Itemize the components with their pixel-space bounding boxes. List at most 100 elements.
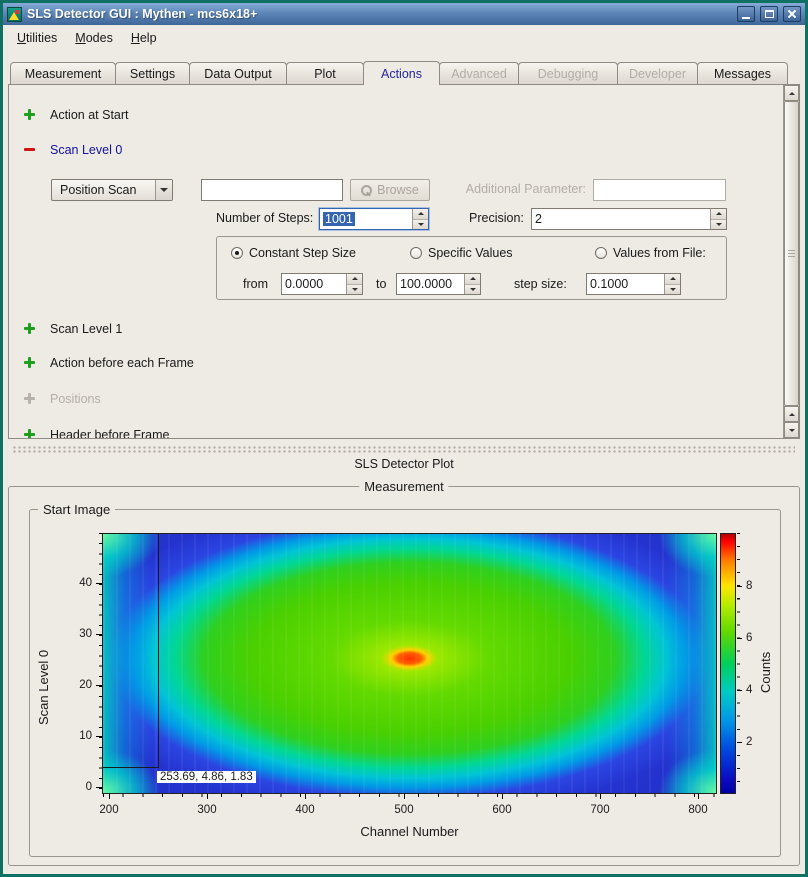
scan-script-input[interactable]: [201, 179, 343, 201]
step-spin-down-button[interactable]: [665, 285, 680, 295]
step-size-spinbox: 0.1000: [586, 273, 681, 295]
x-tick: [502, 794, 503, 799]
tab-actions[interactable]: Actions: [363, 61, 440, 85]
precision-spin-up-button[interactable]: [711, 209, 726, 220]
precision-spin-down-button[interactable]: [711, 220, 726, 230]
colorbar-tick-label: 4: [746, 683, 752, 697]
expand-plus-icon: [23, 322, 36, 335]
expand-plus-icon: [23, 356, 36, 369]
menu-utilities[interactable]: Utilities: [8, 27, 66, 49]
to-value[interactable]: 100.0000: [397, 274, 464, 294]
minimize-button[interactable]: [737, 6, 755, 22]
y-tick-label: 10: [66, 729, 92, 743]
precision-spinbox: 2: [531, 208, 727, 230]
arrow-up-icon: [789, 413, 795, 416]
collapse-minus-icon: [23, 143, 36, 156]
spin-up-icon: [716, 212, 722, 215]
colorbar-minor-ticks: [737, 533, 740, 794]
x-tick-label: 600: [482, 803, 522, 817]
radio-selected-icon: [231, 247, 243, 259]
radio-values-from-file[interactable]: Values from File:: [595, 246, 706, 260]
number-of-steps-label: Number of Steps:: [216, 211, 313, 225]
tab-data-output[interactable]: Data Output: [189, 62, 287, 84]
scan-level-0-toggle[interactable]: Scan Level 0: [23, 142, 122, 157]
maximize-button[interactable]: [760, 6, 778, 22]
x-tick-label: 200: [89, 803, 129, 817]
arrow-down-icon: [789, 429, 795, 432]
titlebar: SLS Detector GUI : Mythen - mcs6x18+: [3, 3, 805, 25]
tab-developer: Developer: [617, 62, 698, 84]
cursor-readout: 253.69, 4.86, 1.83: [157, 771, 256, 783]
close-button[interactable]: [783, 6, 801, 22]
tab-plot[interactable]: Plot: [286, 62, 364, 84]
scan-mode-value: Position Scan: [52, 183, 155, 197]
from-spin-up-button[interactable]: [347, 274, 362, 285]
browse-button-label: Browse: [377, 183, 419, 197]
spin-up-icon: [418, 212, 424, 215]
app-icon: [7, 7, 22, 22]
spin-down-icon: [418, 223, 424, 226]
tab-debugging: Debugging: [518, 62, 618, 84]
step-size-value[interactable]: 0.1000: [587, 274, 664, 294]
action-before-frame-toggle[interactable]: Action before each Frame: [23, 355, 194, 370]
splitter-handle[interactable]: [13, 446, 795, 454]
radio-from-file-label: Values from File:: [613, 246, 706, 260]
radio-specific-values[interactable]: Specific Values: [410, 246, 513, 260]
x-tick: [207, 794, 208, 799]
x-tick: [600, 794, 601, 799]
tab-advanced: Advanced: [439, 62, 519, 84]
expand-plus-disabled-icon: [23, 392, 36, 405]
x-tick-label: 400: [285, 803, 325, 817]
spin-down-icon: [716, 223, 722, 226]
scan-level-1-label: Scan Level 1: [50, 322, 122, 336]
menu-help[interactable]: Help: [122, 27, 166, 49]
start-image-groupbox: Start Image 253.69, 4.86, 1.83 0 10 20 3…: [29, 509, 781, 857]
scroll-down-button[interactable]: [784, 422, 799, 438]
vertical-scrollbar[interactable]: [783, 85, 799, 438]
steps-spin-down-button[interactable]: [413, 220, 428, 230]
menu-modes[interactable]: Modes: [66, 27, 122, 49]
browse-button: Browse: [350, 179, 430, 201]
scroll-up-button[interactable]: [784, 85, 799, 101]
step-size-label: step size:: [514, 277, 567, 291]
to-spin-down-button[interactable]: [465, 285, 480, 295]
step-mode-groupbox: Constant Step Size Specific Values Value…: [216, 236, 727, 300]
start-image-title: Start Image: [38, 502, 115, 517]
from-value[interactable]: 0.0000: [282, 274, 346, 294]
x-tick-label: 500: [384, 803, 424, 817]
minimize-icon: [742, 17, 750, 19]
scan-level-1-toggle[interactable]: Scan Level 1: [23, 321, 122, 336]
zoom-selection-rect: [102, 533, 159, 768]
colorbar-tick: [737, 586, 742, 587]
to-spin-up-button[interactable]: [465, 274, 480, 285]
heatmap-canvas[interactable]: [102, 533, 717, 794]
scan-mode-combobox[interactable]: Position Scan: [51, 179, 173, 201]
y-tick: [96, 787, 102, 788]
x-tick-label: 800: [678, 803, 718, 817]
action-at-start-toggle[interactable]: Action at Start: [23, 107, 129, 122]
number-of-steps-spinbox: 1001: [319, 208, 429, 230]
tab-settings[interactable]: Settings: [115, 62, 190, 84]
y-axis-title: Scan Level 0: [36, 615, 51, 725]
number-of-steps-value[interactable]: 1001: [320, 209, 412, 229]
maximize-icon: [765, 10, 774, 18]
x-tick-label: 700: [580, 803, 620, 817]
header-before-frame-toggle[interactable]: Header before Frame: [23, 427, 170, 439]
actions-tab-panel: Action at Start Scan Level 0 Position Sc…: [8, 84, 800, 439]
scroll-up-button-bottom[interactable]: [784, 406, 799, 422]
from-spin-down-button[interactable]: [347, 285, 362, 295]
y-tick-label: 40: [66, 576, 92, 590]
x-axis-title: Channel Number: [102, 824, 717, 839]
scrollbar-thumb[interactable]: [784, 101, 799, 406]
combo-dropdown-button[interactable]: [155, 180, 172, 200]
header-before-frame-label: Header before Frame: [50, 428, 170, 440]
steps-spin-up-button[interactable]: [413, 209, 428, 220]
precision-value[interactable]: 2: [532, 209, 710, 229]
radio-constant-step-size[interactable]: Constant Step Size: [231, 246, 356, 260]
scan-level-0-label: Scan Level 0: [50, 143, 122, 157]
tab-measurement[interactable]: Measurement: [10, 62, 116, 84]
x-tick: [698, 794, 699, 799]
close-icon: [787, 9, 797, 19]
tab-messages[interactable]: Messages: [697, 62, 788, 84]
step-spin-up-button[interactable]: [665, 274, 680, 285]
